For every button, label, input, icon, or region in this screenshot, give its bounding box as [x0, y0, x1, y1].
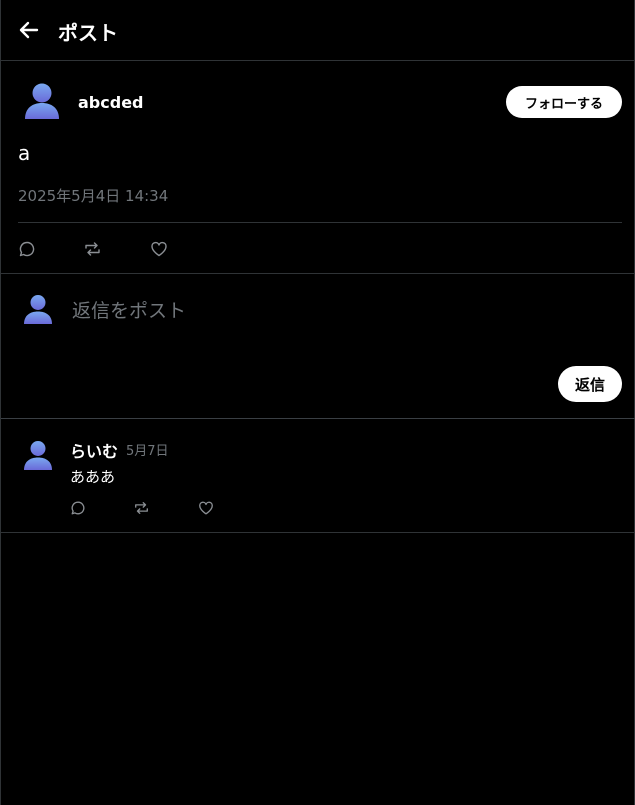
- reply-author-name[interactable]: らいむ: [70, 438, 118, 462]
- divider: [1, 418, 635, 419]
- top-bar: ポスト: [1, 0, 635, 61]
- author-name[interactable]: abcded: [78, 93, 144, 112]
- reply-date[interactable]: 5月7日: [126, 440, 169, 459]
- post-timestamp[interactable]: 2025年5月4日 14:34: [18, 185, 168, 206]
- like-icon[interactable]: [150, 240, 168, 258]
- reply-submit-button[interactable]: 返信: [558, 366, 622, 402]
- divider: [1, 273, 635, 274]
- user-avatar: [24, 295, 52, 324]
- app-frame: ポスト abcded フォローする a 2025年5月4日 14:34 返信 ら…: [0, 0, 635, 805]
- follow-button[interactable]: フォローする: [506, 86, 622, 118]
- repost-icon[interactable]: [133, 500, 150, 516]
- reply-input[interactable]: [70, 295, 614, 327]
- reply-icon[interactable]: [18, 240, 36, 258]
- like-icon[interactable]: [198, 500, 214, 516]
- reply-author-avatar[interactable]: [23, 440, 53, 470]
- divider: [18, 222, 622, 223]
- divider: [1, 532, 635, 533]
- page-title: ポスト: [58, 21, 118, 45]
- repost-icon[interactable]: [83, 240, 102, 258]
- back-button[interactable]: [15, 16, 43, 44]
- post-text: a: [18, 141, 31, 165]
- arrow-left-icon: [19, 21, 39, 39]
- reply-text: あああ: [70, 468, 116, 486]
- reply-icon[interactable]: [70, 500, 86, 516]
- author-avatar[interactable]: [23, 82, 61, 120]
